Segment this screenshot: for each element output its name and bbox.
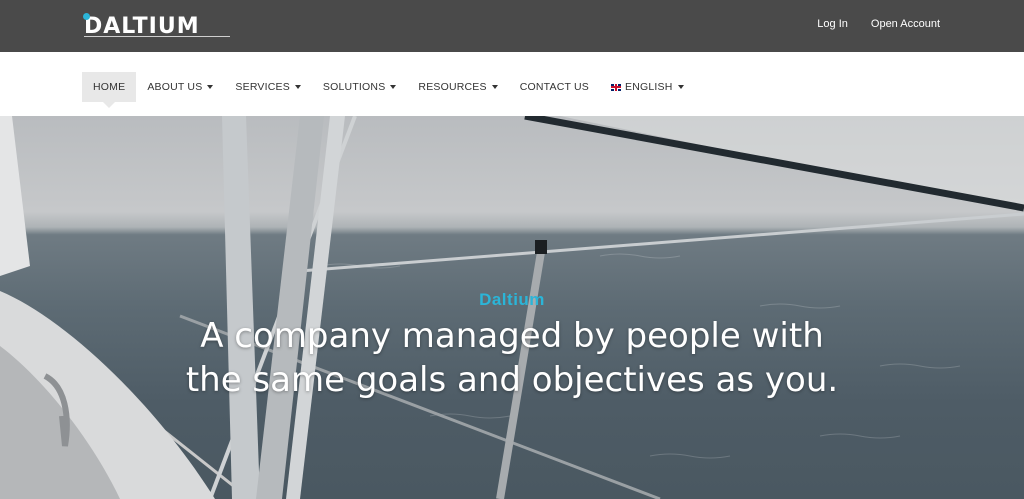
stanchion-top — [535, 240, 547, 254]
nav-item-contact-us[interactable]: CONTACT US — [509, 72, 600, 102]
hero-title-line: the same goals and objectives as you. — [185, 360, 839, 400]
top-bar: DALTIUM Log In Open Account — [0, 0, 1024, 52]
logo-dot-icon — [83, 13, 90, 20]
logo-text: DALTIUM — [84, 14, 200, 39]
main-navigation-bar: HOME ABOUT US SERVICES SOLUTIONS RESOURC… — [0, 52, 1024, 116]
hero-text-block: Daltium A company managed by people with… — [0, 290, 1024, 402]
hero-banner: Daltium A company managed by people with… — [0, 116, 1024, 499]
boat-cabin — [0, 116, 30, 276]
caret-down-icon — [207, 85, 214, 89]
caret-down-icon — [390, 85, 397, 89]
caret-down-icon — [677, 85, 684, 89]
login-link[interactable]: Log In — [817, 17, 848, 31]
language-selector[interactable]: ENGLISH — [600, 72, 695, 102]
open-account-link[interactable]: Open Account — [871, 17, 940, 31]
nav-item-services[interactable]: SERVICES — [224, 72, 312, 102]
nav-item-label: SOLUTIONS — [322, 81, 386, 93]
caret-down-icon — [491, 85, 498, 89]
hero-kicker: Daltium — [479, 290, 545, 309]
nav-item-home[interactable]: HOME — [82, 72, 137, 108]
hero-title: A company managed by people with the sam… — [0, 314, 1024, 402]
caret-down-icon — [294, 85, 301, 89]
hero-title-line: A company managed by people with — [200, 316, 824, 356]
nav-item-label: ABOUT US — [147, 81, 203, 93]
uk-flag-icon — [611, 83, 621, 91]
language-label: ENGLISH — [625, 81, 673, 93]
nav-item-label: CONTACT US — [519, 81, 589, 93]
logo-underline — [84, 36, 230, 37]
nav-item-solutions[interactable]: SOLUTIONS — [312, 72, 407, 102]
daltium-logo[interactable]: DALTIUM — [83, 10, 230, 39]
nav-item-resources[interactable]: RESOURCES — [407, 72, 508, 102]
rigging-line — [299, 212, 1024, 273]
nav-item-label: SERVICES — [235, 81, 290, 93]
nav-item-label: HOME — [93, 81, 126, 93]
account-links: Log In Open Account — [817, 17, 940, 31]
nav-item-about-us[interactable]: ABOUT US — [136, 72, 224, 102]
main-nav: HOME ABOUT US SERVICES SOLUTIONS RESOURC… — [82, 72, 695, 108]
nav-item-label: RESOURCES — [418, 81, 487, 93]
